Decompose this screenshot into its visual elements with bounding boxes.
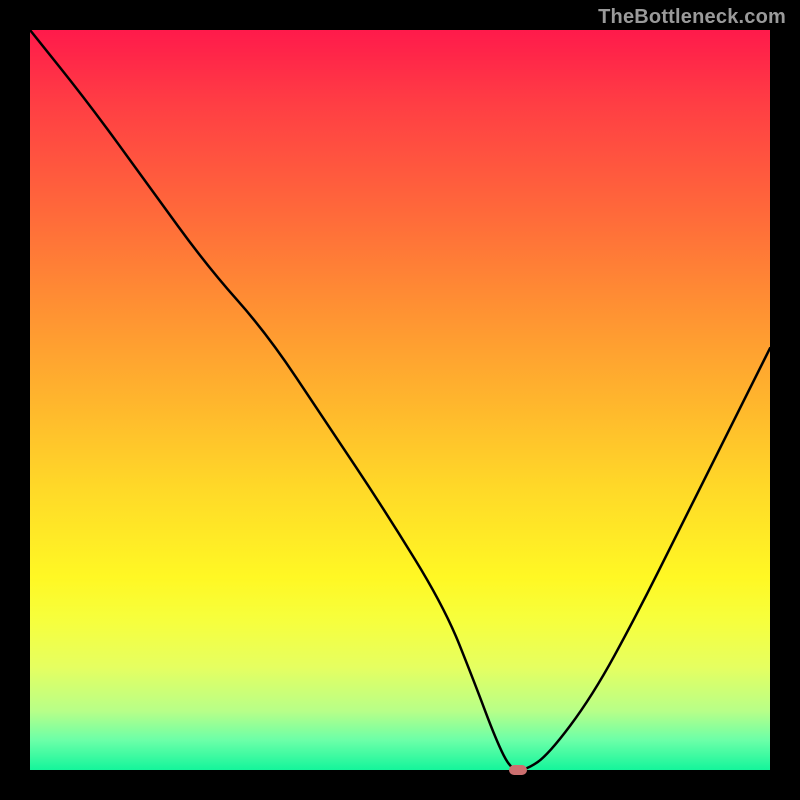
watermark-text: TheBottleneck.com bbox=[598, 6, 786, 29]
chart-frame: TheBottleneck.com bbox=[0, 0, 800, 800]
bottleneck-curve bbox=[30, 30, 770, 770]
minimum-marker bbox=[509, 765, 527, 775]
curve-path bbox=[30, 30, 770, 770]
plot-area bbox=[30, 30, 770, 770]
